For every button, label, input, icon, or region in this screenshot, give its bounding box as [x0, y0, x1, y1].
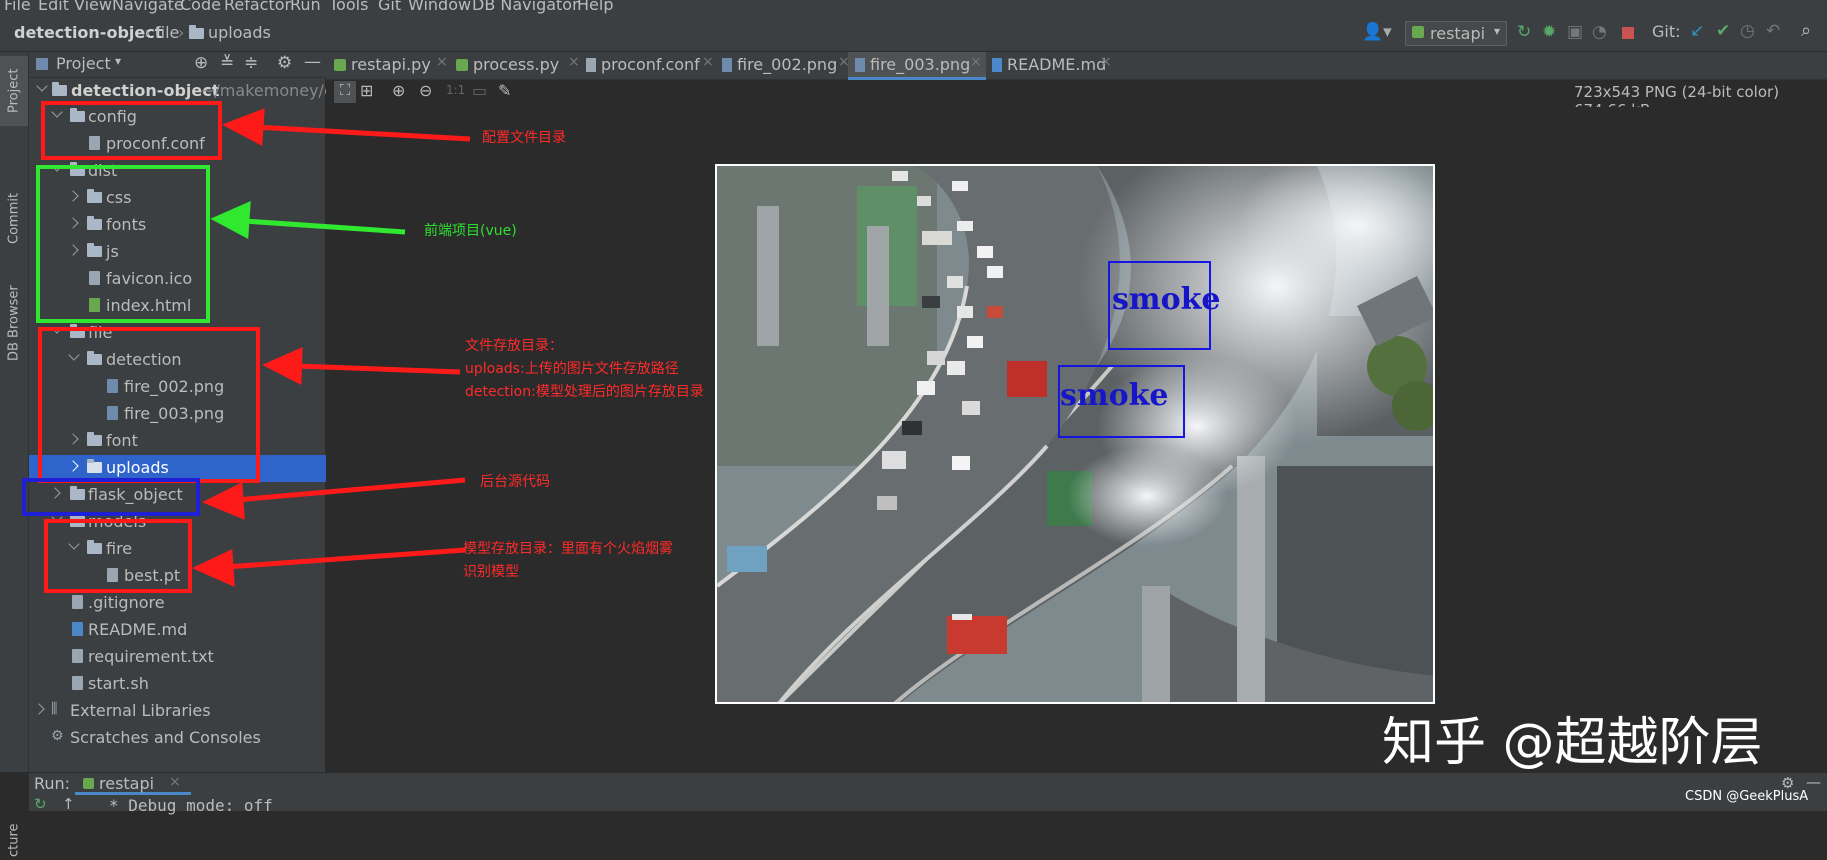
git-label: Git: — [1652, 22, 1681, 41]
console-output: * Debug mode: off — [109, 796, 273, 815]
tree-item-readme[interactable]: README.md — [29, 617, 326, 644]
coverage-icon[interactable]: ▣ — [1567, 22, 1583, 42]
tree-item-scratches[interactable]: ⚙ Scratches and Consoles — [29, 725, 326, 752]
annotation-text-models-2: 识别模型 — [463, 564, 519, 580]
image-preview: smoke smoke — [715, 164, 1435, 704]
git-commit-icon[interactable]: ✔ — [1716, 21, 1730, 41]
run-label: Run: — [34, 774, 71, 793]
annotation-text-dist: 前端项目(vue) — [424, 223, 517, 239]
tree-item-external-libraries[interactable]: ⫼ External Libraries — [29, 698, 326, 725]
tree-item-requirement[interactable]: requirement.txt — [29, 644, 326, 671]
debug-icon[interactable]: ✹ — [1542, 22, 1556, 42]
up-icon[interactable]: ↑ — [62, 795, 75, 813]
detection-box: smoke — [1108, 261, 1221, 350]
tool-tab-structure[interactable]: cture — [2, 820, 26, 860]
git-history-icon[interactable]: ◷ — [1740, 21, 1755, 41]
rerun-icon[interactable]: ↻ — [1517, 22, 1531, 42]
csdn-watermark: CSDN @GeekPlusA — [1685, 789, 1809, 804]
annotation-text-file-3: detection:模型处理后的图片存放目录 — [465, 384, 704, 400]
close-icon[interactable]: × — [970, 54, 982, 70]
rerun-icon[interactable]: ↻ — [34, 795, 47, 813]
tab-fire-003-png[interactable]: fire_003.png × — [848, 52, 986, 80]
close-icon[interactable]: × — [1100, 54, 1112, 70]
search-icon[interactable]: ⌕ — [1801, 20, 1811, 41]
run-config-label: restapi — [1430, 24, 1486, 43]
annotation-arrows — [191, 108, 471, 587]
markdown-file-icon — [72, 622, 83, 636]
run-tool-window: Run: restapi × ↻ ↑ * Debug mode: off ⚙ —… — [29, 772, 1827, 815]
annotation-text-flask: 后台源代码 — [480, 474, 550, 490]
python-icon — [1412, 26, 1424, 38]
detection-box: smoke — [1058, 365, 1185, 438]
python-icon — [83, 778, 94, 789]
library-icon: ⫼ — [51, 701, 58, 717]
stop-icon[interactable] — [1622, 27, 1634, 39]
annotation-text-models-1: 模型存放目录：里面有个火焰烟雾 — [463, 541, 673, 557]
image-file-icon — [855, 58, 865, 72]
annotation-text-file-1: 文件存放目录： — [465, 338, 563, 354]
close-icon[interactable]: × — [169, 774, 181, 790]
file-icon — [72, 676, 83, 690]
run-config-selector[interactable]: restapi ▾ — [1405, 21, 1507, 46]
run-tab-restapi[interactable]: restapi × — [75, 773, 191, 795]
tree-item-start-sh[interactable]: start.sh — [29, 671, 326, 698]
git-update-icon[interactable]: ↙ — [1690, 21, 1704, 41]
user-icon[interactable]: 👤▾ — [1362, 22, 1392, 42]
annotation-text-file-2: uploads:上传的图片文件存放路径 — [465, 361, 679, 377]
scratches-icon: ⚙ — [51, 728, 64, 744]
chevron-down-icon: ▾ — [1494, 24, 1501, 38]
git-rollback-icon[interactable]: ↶ — [1766, 21, 1780, 41]
annotation-text-config: 配置文件目录 — [482, 130, 566, 146]
zhihu-watermark: 知乎 @超越阶层 — [1382, 713, 1763, 773]
markdown-file-icon — [992, 58, 1002, 72]
profile-icon[interactable]: ◔ — [1592, 22, 1607, 42]
file-icon — [72, 649, 83, 663]
tab-readme-md[interactable]: README.md × — [990, 52, 1114, 80]
hide-panel-icon[interactable]: — — [1806, 773, 1821, 791]
